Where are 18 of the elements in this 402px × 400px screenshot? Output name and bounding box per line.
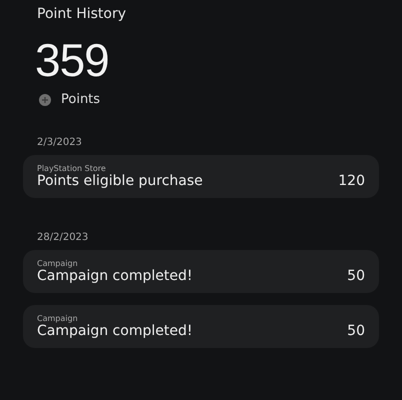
history-card[interactable]: Campaign Campaign completed! 50 — [23, 250, 379, 293]
entry-description: Campaign completed! — [37, 323, 192, 339]
date-heading: 28/2/2023 — [37, 232, 90, 243]
date-heading: 2/3/2023 — [37, 137, 83, 148]
entry-description: Points eligible purchase — [37, 173, 203, 189]
points-total: 359 — [35, 34, 110, 86]
points-label: Points — [61, 92, 100, 107]
entry-description: Campaign completed! — [37, 268, 192, 284]
source-label: Campaign — [37, 314, 79, 323]
history-card[interactable]: Campaign Campaign completed! 50 — [23, 305, 379, 348]
source-label: PlayStation Store — [37, 164, 107, 173]
history-card[interactable]: PlayStation Store Points eligible purchase 120 — [23, 155, 379, 198]
points-value: 50 — [347, 268, 365, 284]
source-label: Campaign — [37, 259, 79, 268]
coin-icon — [39, 94, 51, 106]
points-value: 120 — [338, 173, 365, 189]
points-value: 50 — [347, 323, 365, 339]
page-title: Point History — [37, 6, 128, 22]
